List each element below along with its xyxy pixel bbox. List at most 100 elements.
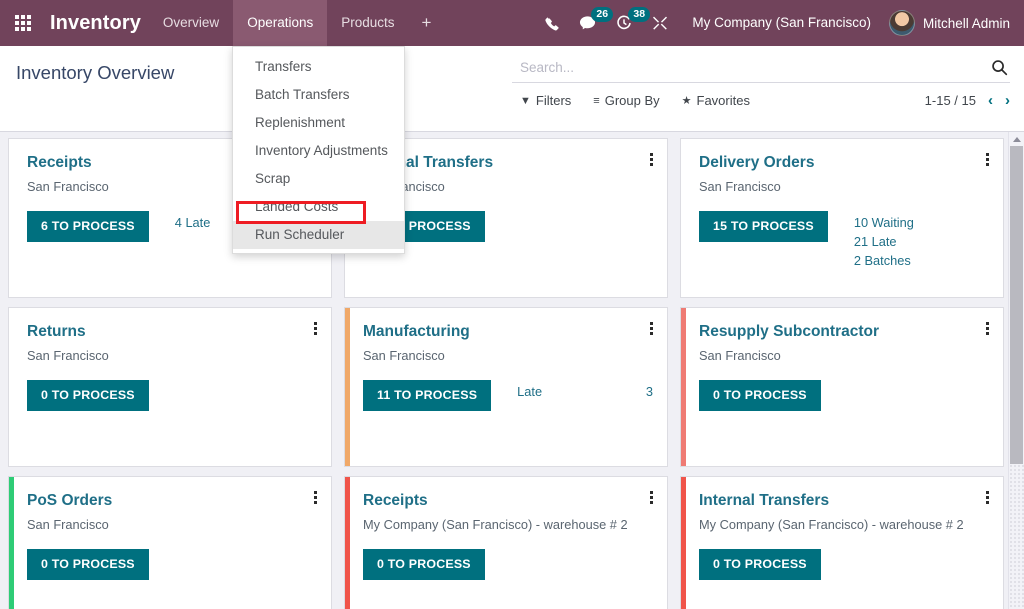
operations-dropdown-menu[interactable]: TransfersBatch TransfersReplenishmentInv…: [232, 46, 405, 254]
kanban-card[interactable]: ManufacturingSan Francisco11 TO PROCESSL…: [344, 307, 668, 467]
apps-grid-icon[interactable]: [0, 0, 46, 46]
kebab-menu-icon[interactable]: [648, 320, 655, 337]
groupby-button[interactable]: ≡ Group By: [593, 93, 659, 108]
dropdown-item-scrap[interactable]: Scrap: [233, 165, 404, 193]
groupby-label: Group By: [605, 93, 660, 108]
dropdown-item-inventory-adjustments[interactable]: Inventory Adjustments: [233, 137, 404, 165]
card-status-edge: [345, 477, 350, 609]
scrollbar-track[interactable]: [1009, 464, 1024, 609]
kebab-menu-icon[interactable]: [312, 320, 319, 337]
card-title[interactable]: Receipts: [363, 491, 653, 511]
card-stat-row[interactable]: 2 Batches: [854, 253, 989, 268]
card-status-edge: [681, 308, 686, 466]
card-body: 11 TO PROCESS Late 3: [363, 363, 653, 411]
card-title[interactable]: Returns: [27, 322, 317, 342]
card-status-edge: [9, 308, 14, 466]
card-body: 15 TO PROCESS 10 Waiting 21 Late 2 Batches: [699, 194, 989, 268]
filters-button[interactable]: ▼ Filters: [520, 93, 571, 108]
nav-menu-products[interactable]: Products: [327, 0, 408, 46]
scroll-up-arrow-icon[interactable]: [1009, 132, 1024, 146]
card-title[interactable]: Manufacturing: [363, 322, 653, 342]
kebab-menu-icon[interactable]: [312, 489, 319, 506]
kanban-card[interactable]: ReceiptsMy Company (San Francisco) - war…: [344, 476, 668, 609]
kanban-grid: Receipts San Francisco 6 TO PROCESS 4 Late I…: [8, 138, 1004, 609]
card-stat-row[interactable]: Late 3: [517, 384, 653, 399]
kanban-card[interactable]: PoS OrdersSan Francisco0 TO PROCESS: [8, 476, 332, 609]
pager-previous-button[interactable]: ‹: [988, 93, 993, 108]
card-stat-label: 10 Waiting: [854, 215, 914, 230]
card-stat-value: [975, 215, 989, 230]
to-process-button[interactable]: 0 TO PROCESS: [699, 549, 821, 580]
kanban-card[interactable]: Resupply SubcontractorSan Francisco0 TO …: [680, 307, 1004, 467]
control-panel: Inventory Overview ▼ Filters ≡ Group By …: [0, 46, 1024, 132]
app-brand-inventory[interactable]: Inventory: [46, 0, 149, 46]
card-title[interactable]: Internal Transfers: [699, 491, 989, 511]
card-stat-row[interactable]: 10 Waiting: [854, 215, 989, 230]
dropdown-item-landed-costs[interactable]: Landed Costs: [233, 193, 404, 221]
user-name-label: Mitchell Admin: [923, 16, 1010, 31]
scrollbar-thumb[interactable]: [1010, 146, 1023, 464]
nav-menu-overview[interactable]: Overview: [149, 0, 233, 46]
pager-next-button[interactable]: ›: [1005, 93, 1010, 108]
messages-icon[interactable]: 26: [569, 0, 606, 46]
dropdown-item-replenishment[interactable]: Replenishment: [233, 109, 404, 137]
to-process-button[interactable]: 0 TO PROCESS: [363, 549, 485, 580]
kebab-menu-icon[interactable]: [648, 151, 655, 168]
company-selector[interactable]: My Company (San Francisco): [678, 0, 885, 46]
dropdown-item-run-scheduler[interactable]: Run Scheduler: [233, 221, 404, 249]
avatar: [889, 10, 915, 36]
nav-menu-operations[interactable]: Operations: [233, 0, 327, 46]
card-stat-label: 2 Batches: [854, 253, 911, 268]
kanban-card[interactable]: Internal TransfersMy Company (San Franci…: [680, 476, 1004, 609]
to-process-button[interactable]: 11 TO PROCESS: [363, 380, 491, 411]
card-subtitle: San Francisco: [363, 173, 653, 194]
card-stat-value: [975, 253, 989, 268]
to-process-button[interactable]: 15 TO PROCESS: [699, 211, 828, 242]
card-title[interactable]: PoS Orders: [27, 491, 317, 511]
kebab-menu-icon[interactable]: [648, 489, 655, 506]
card-body: 1 TO PROCESS: [363, 194, 653, 242]
card-stat-label: 21 Late: [854, 234, 897, 249]
search-bar[interactable]: [512, 56, 1010, 83]
card-title[interactable]: Delivery Orders: [699, 153, 989, 173]
card-stat-value: 3: [632, 384, 653, 399]
to-process-button[interactable]: 0 TO PROCESS: [699, 380, 821, 411]
dropdown-item-batch-transfers[interactable]: Batch Transfers: [233, 81, 404, 109]
card-status-edge: [345, 308, 350, 466]
to-process-button[interactable]: 6 TO PROCESS: [27, 211, 149, 242]
card-stat-label: Late: [517, 384, 542, 399]
dropdown-item-transfers[interactable]: Transfers: [233, 53, 404, 81]
card-stat-row[interactable]: 21 Late: [854, 234, 989, 249]
vertical-scrollbar[interactable]: [1008, 132, 1024, 609]
card-subtitle: My Company (San Francisco) - warehouse #…: [363, 511, 653, 532]
activities-clock-icon[interactable]: 38: [606, 0, 642, 46]
kanban-card[interactable]: Delivery OrdersSan Francisco 15 TO PROCES…: [680, 138, 1004, 298]
favorites-button[interactable]: ★ Favorites: [682, 93, 750, 108]
card-status-edge: [9, 139, 14, 297]
user-menu[interactable]: Mitchell Admin: [885, 10, 1024, 36]
card-body: 0 TO PROCESS: [363, 532, 653, 580]
card-stat-label: 4 Late: [175, 215, 211, 230]
pager: 1-15 / 15 ‹ ›: [925, 93, 1010, 108]
card-body: 0 TO PROCESS: [27, 532, 317, 580]
card-subtitle: San Francisco: [699, 173, 989, 194]
kebab-menu-icon[interactable]: [984, 489, 991, 506]
card-stats: 10 Waiting 21 Late 2 Batches: [828, 211, 989, 268]
card-status-edge: [681, 477, 686, 609]
card-title[interactable]: Internal Transfers: [363, 153, 653, 173]
tools-wrench-icon[interactable]: [642, 0, 678, 46]
kanban-card[interactable]: ReturnsSan Francisco 0 TO PROCESS: [8, 307, 332, 467]
phone-icon[interactable]: [534, 0, 569, 46]
search-icon[interactable]: [991, 59, 1010, 76]
card-subtitle: San Francisco: [27, 342, 317, 363]
to-process-button[interactable]: 0 TO PROCESS: [27, 549, 149, 580]
kebab-menu-icon[interactable]: [984, 320, 991, 337]
to-process-button[interactable]: 0 TO PROCESS: [27, 380, 149, 411]
card-title[interactable]: Resupply Subcontractor: [699, 322, 989, 342]
card-status-edge: [681, 139, 686, 297]
search-input[interactable]: [520, 60, 991, 75]
nav-add-button[interactable]: +: [409, 0, 445, 46]
funnel-icon: ▼: [520, 95, 531, 107]
top-navbar: Inventory Overview Operations Products +…: [0, 0, 1024, 46]
kebab-menu-icon[interactable]: [984, 151, 991, 168]
